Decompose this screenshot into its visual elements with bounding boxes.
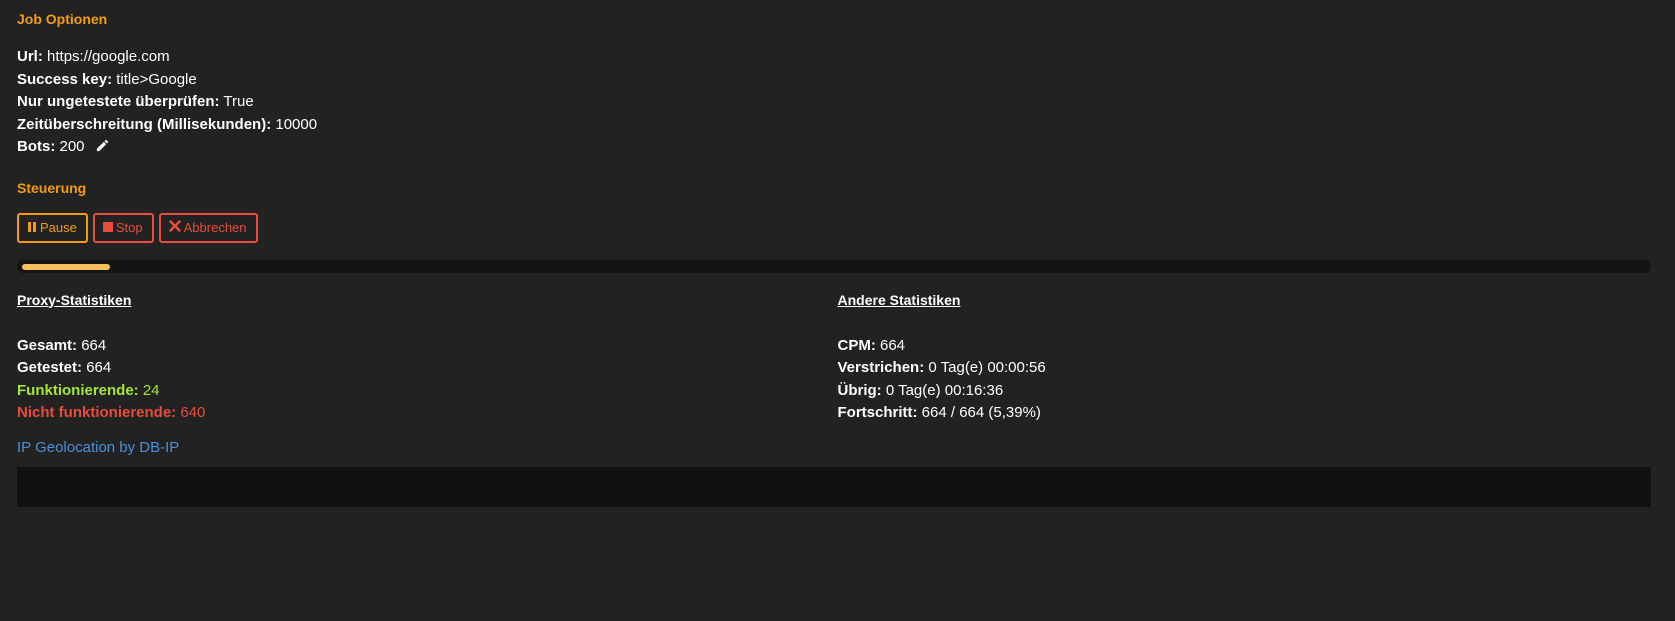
option-timeout: Zeitüberschreitung (Millisekunden): 1000… [17, 114, 1658, 137]
stat-label: Nicht funktionierende: [17, 404, 177, 421]
pause-button[interactable]: Pause [17, 212, 88, 243]
stat-label: Fortschritt: [837, 404, 918, 421]
pencil-icon[interactable] [95, 138, 110, 161]
stat-total: Gesamt: 664 [17, 335, 838, 358]
stat-value: 664 [81, 336, 107, 354]
stat-value: 0 Tag(e) 00:00:56 [928, 359, 1046, 376]
stat-value: 24 [142, 381, 160, 399]
stat-label: Übrig: [837, 381, 882, 399]
stat-label: Funktionierende: [17, 381, 139, 399]
proxy-statistics: Proxy-Statistiken Gesamt: 664 Getestet: … [17, 291, 838, 425]
other-statistics: Andere Statistiken CPM: 664 Verstrichen:… [838, 291, 1659, 425]
log-console [17, 466, 1651, 507]
option-label: Zeitüberschreitung (Millisekunden): [17, 115, 272, 133]
stat-label: Getestet: [17, 359, 83, 376]
option-label: Success key: [17, 70, 113, 88]
other-statistics-title: Andere Statistiken [837, 291, 961, 308]
ip-geolocation-link[interactable]: IP Geolocation by DB-IP [17, 439, 1658, 457]
stop-label: Stop [115, 220, 143, 235]
stat-label: CPM: [837, 336, 876, 354]
job-options-title: Job Optionen [17, 11, 108, 27]
stat-value: 664 [86, 359, 112, 376]
option-label: Nur ungetestete überprüfen: [17, 93, 220, 110]
pause-icon [27, 220, 37, 235]
stat-elapsed: Verstrichen: 0 Tag(e) 00:00:56 [838, 357, 1659, 380]
stat-value: 0 Tag(e) 00:16:36 [885, 381, 1004, 399]
stop-icon [102, 220, 113, 235]
stat-tested: Getestet: 664 [17, 357, 838, 380]
progress-bar [17, 259, 1651, 273]
control-title: Steuerung [17, 179, 87, 196]
statistics: Proxy-Statistiken Gesamt: 664 Getestet: … [17, 291, 1658, 425]
stat-value: 640 [180, 404, 206, 421]
abort-button[interactable]: Abbrechen [158, 212, 258, 243]
stat-working: Funktionierende: 24 [17, 380, 838, 403]
x-icon [168, 220, 181, 235]
option-value: True [223, 93, 254, 110]
option-bots: Bots: 200 [17, 136, 1658, 161]
stat-remaining: Übrig: 0 Tag(e) 00:16:36 [838, 380, 1659, 403]
stop-button[interactable]: Stop [92, 212, 154, 243]
abort-label: Abbrechen [183, 220, 247, 235]
option-label: Url: [17, 48, 43, 65]
option-untested-only: Nur ungetestete überprüfen: True [17, 91, 1658, 114]
proxy-statistics-title: Proxy-Statistiken [17, 291, 132, 308]
option-value: https://google.com [47, 48, 170, 65]
stat-label: Gesamt: [17, 336, 78, 354]
pause-label: Pause [40, 220, 77, 235]
option-label: Bots: [17, 138, 56, 155]
option-success-key: Success key: title>Google [17, 69, 1658, 92]
job-options-list: Url: https://google.com Success key: tit… [17, 46, 1658, 161]
option-value: title>Google [116, 70, 197, 88]
option-value: 200 [59, 138, 85, 155]
stat-progress: Fortschritt: 664 / 664 (5,39%) [838, 402, 1659, 425]
stat-label: Verstrichen: [837, 359, 925, 376]
job-page: Job Optionen Url: https://google.com Suc… [0, 0, 1675, 507]
stat-not-working: Nicht funktionierende: 640 [17, 402, 838, 425]
option-url: Url: https://google.com [17, 46, 1658, 69]
control-buttons: Pause Stop Abbrechen [17, 212, 1658, 243]
stat-value: 664 / 664 (5,39%) [921, 404, 1041, 421]
progress-bar-fill [22, 263, 110, 270]
stat-value: 664 [880, 336, 906, 354]
option-value: 10000 [275, 115, 318, 133]
stat-cpm: CPM: 664 [838, 335, 1659, 358]
